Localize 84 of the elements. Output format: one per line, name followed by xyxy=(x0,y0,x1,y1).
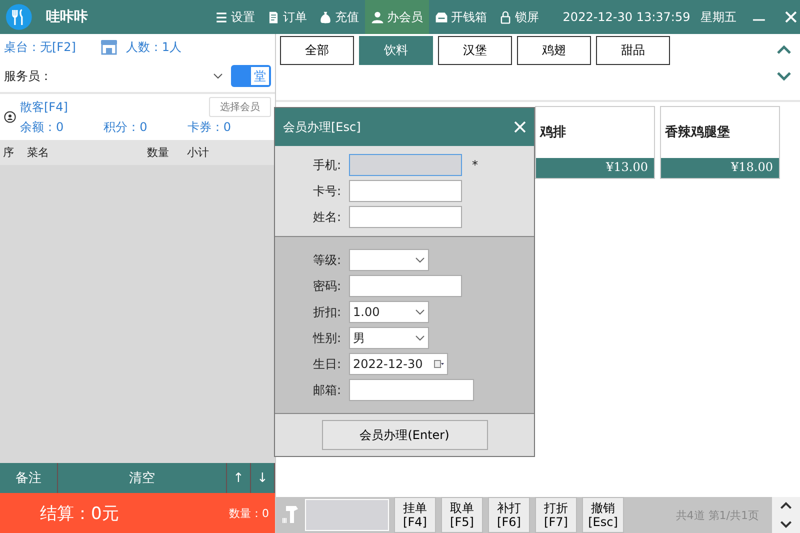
menu-item[interactable]: 订单 xyxy=(260,0,313,34)
toolbar-button[interactable]: 取单 [F5] xyxy=(441,497,483,533)
cash-drawer-icon xyxy=(434,10,448,24)
column-header: 序 xyxy=(3,145,15,160)
product-price: ¥13.00 xyxy=(536,158,654,178)
input-field[interactable] xyxy=(349,206,462,228)
field-label: 性别: xyxy=(312,330,342,346)
menu-item[interactable]: 充值 xyxy=(312,0,365,34)
chevron-up-icon[interactable] xyxy=(776,44,792,54)
checkout-bar[interactable]: 结算：0元 数量：0 xyxy=(0,493,275,533)
checkout-total[interactable]: 结算：0元 xyxy=(40,502,229,524)
chevron-down-icon xyxy=(415,308,425,316)
dropdown-field[interactable] xyxy=(349,249,429,271)
chevron-down-icon[interactable] xyxy=(776,72,792,82)
product-name: 鸡排 xyxy=(538,124,567,142)
field-label: 等级: xyxy=(312,252,342,268)
quantity-label: 数量：0 xyxy=(229,506,269,520)
chevron-down-icon[interactable] xyxy=(213,72,223,80)
menu-item[interactable]: 锁屏 xyxy=(492,0,545,34)
menu-item[interactable]: 开钱箱 xyxy=(428,0,493,34)
category-tab[interactable]: 汉堡 xyxy=(438,36,512,65)
category-tab[interactable]: 鸡翅 xyxy=(517,36,591,65)
person-icon xyxy=(4,111,16,123)
field-label: 密码: xyxy=(312,278,342,294)
product-card[interactable]: 香辣鸡腿堡 ¥18.00 xyxy=(660,106,780,179)
balance-label: 余额：0 xyxy=(20,118,65,136)
dialog-title: 会员办理[Esc] xyxy=(283,118,361,136)
guest-count[interactable]: 人数：1人 xyxy=(126,38,182,56)
chevron-up-icon[interactable] xyxy=(778,501,794,509)
toolbar-button[interactable]: 打折 [F7] xyxy=(535,497,577,533)
input-field[interactable] xyxy=(349,379,474,401)
product-card[interactable]: 鸡排 ¥13.00 xyxy=(535,106,655,179)
category-tab[interactable]: 甜品 xyxy=(596,36,670,65)
lock-icon xyxy=(498,10,512,24)
select-member-button[interactable]: 选择会员 xyxy=(208,97,271,117)
field-label: 邮箱: xyxy=(312,382,342,398)
document-icon xyxy=(266,10,280,24)
app-name: 哇咔咔 xyxy=(46,8,89,26)
column-header: 菜名 xyxy=(27,145,50,160)
field-label: 折扣: xyxy=(312,304,342,320)
input-field[interactable] xyxy=(349,154,462,176)
column-header: 小计 xyxy=(187,145,210,160)
weekday: 星期五 xyxy=(700,8,736,26)
toolbar-button[interactable]: 挂单 [F4] xyxy=(394,497,436,533)
barcode-scanner-icon xyxy=(282,504,300,526)
date-field[interactable]: 2022-12-30 xyxy=(349,353,448,375)
menu-icon xyxy=(214,10,228,24)
product-name: 香辣鸡腿堡 xyxy=(664,124,731,142)
required-mark: * xyxy=(472,158,478,172)
chevron-down-icon xyxy=(415,334,425,342)
field-label: 卡号: xyxy=(312,182,342,200)
waiter-label: 服务员： xyxy=(4,68,53,85)
category-tab[interactable]: 饮料 xyxy=(359,36,433,65)
coupons-label: 卡券：0 xyxy=(187,118,232,136)
product-price: ¥18.00 xyxy=(661,158,779,178)
points-label: 积分：0 xyxy=(104,118,148,136)
person-icon xyxy=(370,10,384,24)
input-field[interactable] xyxy=(349,275,462,297)
input-field[interactable] xyxy=(349,180,462,202)
submit-button[interactable]: 会员办理(Enter) xyxy=(322,420,488,450)
storefront-icon xyxy=(100,39,118,56)
dropdown-field[interactable]: 1.00 xyxy=(349,301,429,323)
dropdown-field[interactable]: 男 xyxy=(349,327,429,349)
category-tab[interactable]: 全部 xyxy=(280,36,354,65)
chevron-down-icon xyxy=(415,256,425,264)
date-time: 2022-12-30 13:37:59 xyxy=(562,10,690,24)
column-header: 数量 xyxy=(147,145,170,160)
toolbar-button[interactable]: 撤销 [Esc] xyxy=(582,497,624,533)
menu-item[interactable]: 办会员 xyxy=(364,0,429,34)
fork-knife-logo-icon xyxy=(6,4,32,30)
chevron-down-icon[interactable] xyxy=(778,521,794,529)
calendar-icon xyxy=(434,360,444,368)
page-info: 共4道 第1/共1页 xyxy=(676,508,759,522)
dine-in-toggle[interactable]: 堂 xyxy=(231,65,271,88)
menu-item[interactable]: 设置 xyxy=(208,0,261,34)
field-label: 姓名: xyxy=(312,208,342,226)
money-bag-icon xyxy=(318,10,332,24)
field-label: 生日: xyxy=(312,356,342,372)
close-icon[interactable] xyxy=(514,121,526,133)
scan-input-field[interactable] xyxy=(305,499,389,531)
member-name[interactable]: 散客[F4] xyxy=(20,98,188,116)
table-label[interactable]: 桌台：无[F2] xyxy=(4,38,76,56)
field-label: 手机: xyxy=(312,156,342,174)
toolbar-button[interactable]: 补打 [F6] xyxy=(488,497,530,533)
